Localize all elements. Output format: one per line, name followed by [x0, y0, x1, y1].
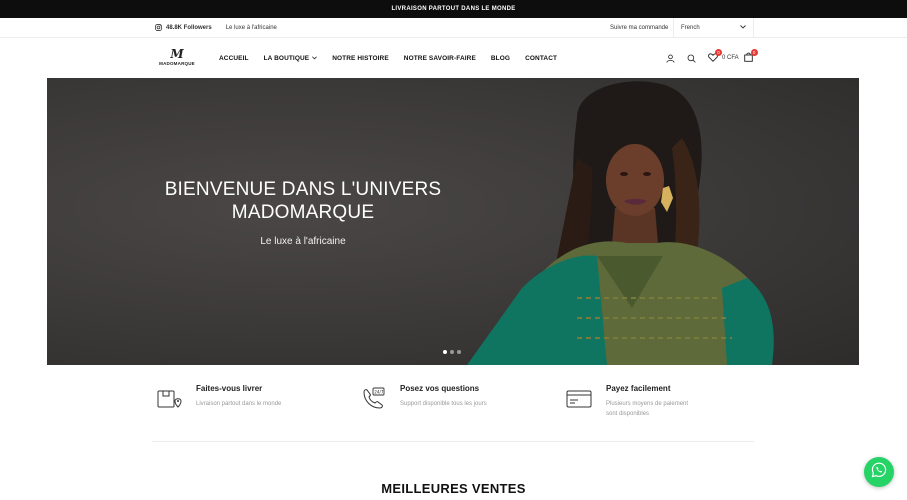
search-icon[interactable]	[686, 53, 697, 64]
language-value: French	[681, 25, 700, 31]
feature-title: Posez vos questions	[400, 384, 480, 393]
primary-menu: ACCUEIL LA BOUTIQUE NOTRE HISTOIRE NOTRE…	[219, 38, 557, 78]
order-tracking-link[interactable]: Suivre ma commande	[610, 25, 668, 31]
chevron-down-icon	[312, 55, 318, 62]
hero-title-line-1: BIENVENUE DANS L'UNIVERS	[164, 179, 442, 200]
user-icon[interactable]	[665, 53, 676, 64]
nav-label: CONTACT	[525, 54, 558, 62]
nav-item-savoir-faire[interactable]: NOTRE SAVOIR-FAIRE	[404, 55, 476, 62]
nav-item-boutique[interactable]: LA BOUTIQUE	[264, 55, 318, 62]
wishlist-count-badge: 0	[715, 48, 722, 56]
slider-dot[interactable]	[450, 350, 454, 354]
delivery-box-icon	[156, 386, 182, 412]
feature-title: Payez facilement	[606, 384, 671, 393]
followers-count: 48.8K Followers	[166, 25, 212, 31]
feature-delivery: Faites-vous livrer Livraison partout dan…	[156, 378, 336, 428]
hero-portrait-image	[467, 81, 774, 365]
nav-label: LA BOUTIQUE	[263, 54, 310, 62]
chevron-down-icon	[740, 25, 746, 31]
nav-item-accueil[interactable]: ACCUEIL	[219, 55, 249, 62]
language-select[interactable]: French	[673, 18, 754, 38]
nav-label: NOTRE SAVOIR-FAIRE	[403, 54, 476, 62]
nav-label: NOTRE HISTOIRE	[332, 54, 389, 62]
feature-title: Faites-vous livrer	[196, 384, 263, 393]
logo-mark: M	[170, 47, 184, 61]
feature-support: 24/7 Posez vos questions Support disponi…	[360, 378, 540, 428]
svg-text:24/7: 24/7	[374, 389, 384, 394]
main-header: M MADOMARQUE ACCUEIL LA BOUTIQUE NOTRE H…	[0, 38, 907, 78]
wishlist-button[interactable]: 0	[707, 48, 722, 64]
cart-button[interactable]: 0	[743, 48, 758, 64]
instagram-icon	[155, 23, 162, 33]
nav-label: ACCUEIL	[219, 54, 249, 62]
feature-desc: Livraison partout dans le monde	[196, 401, 282, 407]
nav-item-contact[interactable]: CONTACT	[525, 55, 557, 62]
utility-bar: 48.8K Followers Le luxe à l'africaine Su…	[0, 18, 907, 38]
slider-pagination	[443, 350, 461, 354]
section-divider	[152, 441, 754, 442]
slider-dot[interactable]	[457, 350, 461, 354]
hero-title-line-2: MADOMARQUE	[231, 202, 375, 223]
feature-desc: Plusieurs moyens de paiement sont dispon…	[606, 401, 689, 417]
cart-total[interactable]: 0 CFA	[722, 55, 739, 61]
phone-support-icon: 24/7	[360, 386, 386, 412]
nav-label: BLOG	[490, 54, 511, 62]
site-logo[interactable]: M MADOMARQUE	[156, 48, 198, 70]
logo-text: MADOMARQUE	[159, 61, 195, 66]
nav-item-histoire[interactable]: NOTRE HISTOIRE	[332, 55, 389, 62]
hero-title: BIENVENUE DANS L'UNIVERS MADOMARQUE	[147, 178, 459, 224]
features-row: Faites-vous livrer Livraison partout dan…	[0, 378, 907, 428]
whatsapp-chat-button[interactable]	[864, 457, 894, 487]
hero-slider[interactable]: BIENVENUE DANS L'UNIVERS MADOMARQUE Le l…	[47, 78, 859, 365]
announcement-text: LIVRAISON PARTOUT DANS LE MONDE	[391, 6, 516, 12]
feature-desc: Support disponible tous les jours	[400, 401, 487, 407]
best-sellers-title: MEILLEURES VENTES	[381, 481, 526, 496]
nav-item-blog[interactable]: BLOG	[491, 55, 510, 62]
announcement-bar: LIVRAISON PARTOUT DANS LE MONDE	[0, 0, 907, 18]
feature-payment: Payez facilement Plusieurs moyens de pai…	[566, 378, 746, 428]
header-actions: 0 0 CFA 0	[665, 38, 758, 78]
hero-subtitle: Le luxe à l'africaine	[260, 236, 346, 247]
slider-dot[interactable]	[443, 350, 447, 354]
credit-card-icon	[566, 386, 592, 412]
whatsapp-icon	[871, 462, 887, 483]
instagram-followers-link[interactable]: 48.8K Followers	[155, 23, 212, 33]
cart-count-badge: 0	[750, 48, 758, 56]
utility-tagline: Le luxe à l'africaine	[225, 25, 277, 31]
